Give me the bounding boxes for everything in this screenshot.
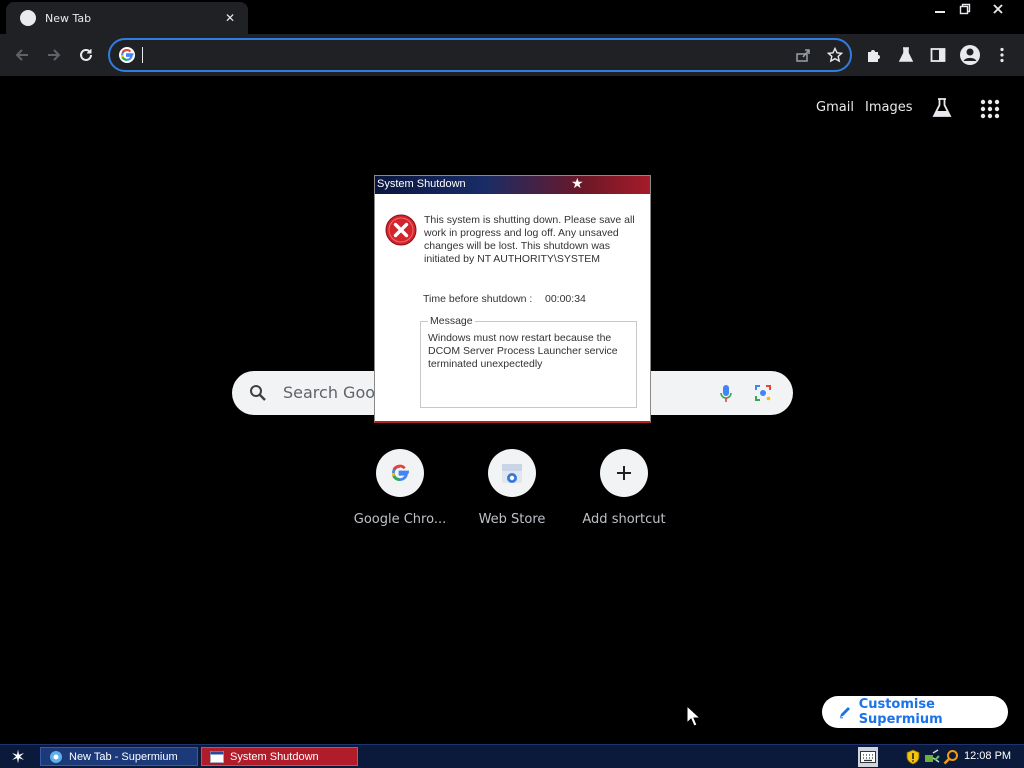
share-button[interactable] bbox=[790, 42, 816, 68]
network-icon[interactable] bbox=[924, 749, 940, 765]
taskbar-item-system-shutdown[interactable]: System Shutdown bbox=[201, 747, 358, 766]
pencil-icon bbox=[840, 707, 850, 719]
taskbar: ✶ New Tab - Supermium System Shutdown 12… bbox=[0, 744, 1024, 768]
keyboard-tray-button[interactable] bbox=[858, 747, 878, 767]
forward-button[interactable] bbox=[41, 42, 67, 68]
arrow-left-icon bbox=[15, 49, 28, 61]
shutdown-countdown: 00:00:34 bbox=[545, 293, 586, 305]
shield-icon[interactable] bbox=[905, 749, 921, 765]
toolbar bbox=[0, 34, 1024, 76]
avatar-icon bbox=[960, 45, 980, 65]
labs-button[interactable] bbox=[893, 42, 919, 68]
shortcut-icon-circle bbox=[488, 449, 536, 497]
screen: New Tab ✕ Gmail Images Search Googl Goog… bbox=[0, 0, 1024, 768]
taskbar-item-new-tab[interactable]: New Tab - Supermium bbox=[40, 747, 198, 766]
gmail-link[interactable]: Gmail bbox=[816, 100, 854, 115]
mouse-cursor-icon bbox=[686, 705, 700, 727]
window-icon bbox=[210, 750, 224, 763]
google-g-icon bbox=[119, 47, 135, 63]
text-caret bbox=[142, 47, 143, 63]
system-shutdown-dialog: System Shutdown ★ This system is shuttin… bbox=[374, 175, 651, 423]
images-link[interactable]: Images bbox=[865, 100, 913, 115]
star-icon bbox=[827, 47, 843, 63]
reload-icon bbox=[80, 48, 92, 61]
magnifier-icon[interactable] bbox=[943, 749, 959, 765]
share-icon bbox=[796, 49, 810, 62]
dialog-body-text: This system is shutting down. Please sav… bbox=[424, 214, 635, 265]
labs-page-button[interactable] bbox=[930, 96, 954, 120]
google-g-icon bbox=[391, 464, 409, 481]
minimize-icon bbox=[935, 11, 945, 13]
taskbar-clock[interactable]: 12:08 PM bbox=[964, 750, 1011, 762]
tab-favicon-icon bbox=[20, 10, 36, 26]
message-groupbox: Message Windows must now restart because… bbox=[420, 315, 637, 408]
shortcut-google-chrome[interactable]: Google Chro... bbox=[345, 449, 455, 527]
side-panel-button[interactable] bbox=[925, 42, 951, 68]
start-star-icon: ✶ bbox=[10, 746, 26, 768]
shortcut-label: Google Chro... bbox=[353, 512, 447, 527]
restore-button[interactable] bbox=[952, 0, 978, 18]
message-label: Message bbox=[428, 315, 475, 327]
shortcut-web-store[interactable]: Web Store bbox=[457, 449, 567, 527]
dialog-title: System Shutdown bbox=[377, 178, 466, 190]
shortcut-label: Add shortcut bbox=[582, 512, 666, 527]
menu-button[interactable] bbox=[989, 42, 1015, 68]
star-icon: ★ bbox=[571, 175, 584, 191]
taskbar-item-label: New Tab - Supermium bbox=[69, 750, 178, 763]
web-store-icon bbox=[502, 464, 522, 483]
taskbar-item-label: System Shutdown bbox=[230, 750, 319, 763]
dialog-titlebar[interactable]: System Shutdown ★ bbox=[375, 175, 650, 194]
customise-label: Customise Supermium bbox=[858, 697, 943, 727]
lens-icon[interactable] bbox=[754, 384, 772, 402]
shortcut-icon-circle bbox=[600, 449, 648, 497]
tab-strip: New Tab ✕ bbox=[0, 0, 1024, 34]
flask-icon bbox=[898, 47, 914, 62]
side-panel-icon bbox=[930, 48, 946, 62]
close-window-button[interactable] bbox=[985, 0, 1011, 18]
apps-button[interactable] bbox=[978, 97, 1002, 121]
keyboard-icon bbox=[860, 751, 876, 763]
close-icon bbox=[993, 4, 1003, 14]
customise-button[interactable]: Customise Supermium bbox=[822, 696, 1008, 728]
kebab-menu-icon bbox=[1000, 47, 1004, 63]
shutdown-message: Windows must now restart because the DCO… bbox=[428, 332, 618, 370]
arrow-right-icon bbox=[48, 49, 61, 61]
restore-icon bbox=[959, 3, 971, 15]
error-icon bbox=[385, 214, 417, 246]
start-button[interactable]: ✶ bbox=[6, 746, 30, 768]
profile-button[interactable] bbox=[957, 42, 983, 68]
back-button[interactable] bbox=[9, 42, 35, 68]
time-before-shutdown-label: Time before shutdown : bbox=[423, 293, 533, 305]
address-bar[interactable] bbox=[108, 38, 852, 72]
shortcut-icon-circle bbox=[376, 449, 424, 497]
reload-button[interactable] bbox=[73, 42, 99, 68]
search-icon bbox=[250, 385, 266, 401]
tab-title: New Tab bbox=[45, 11, 92, 25]
plus-icon bbox=[617, 466, 631, 480]
tab-close-icon[interactable]: ✕ bbox=[222, 11, 238, 25]
browser-icon bbox=[50, 750, 62, 763]
shortcut-label: Web Store bbox=[478, 512, 546, 527]
apps-grid-icon bbox=[980, 99, 1000, 119]
extensions-button[interactable] bbox=[861, 42, 887, 68]
bookmark-button[interactable] bbox=[822, 42, 848, 68]
puzzle-icon bbox=[868, 50, 880, 62]
tab-new-tab[interactable]: New Tab ✕ bbox=[6, 2, 248, 34]
flask-icon bbox=[932, 98, 952, 117]
address-input[interactable] bbox=[142, 45, 762, 65]
shortcut-add[interactable]: Add shortcut bbox=[569, 449, 679, 527]
minimize-button[interactable] bbox=[927, 0, 953, 18]
microphone-icon[interactable] bbox=[719, 384, 733, 404]
